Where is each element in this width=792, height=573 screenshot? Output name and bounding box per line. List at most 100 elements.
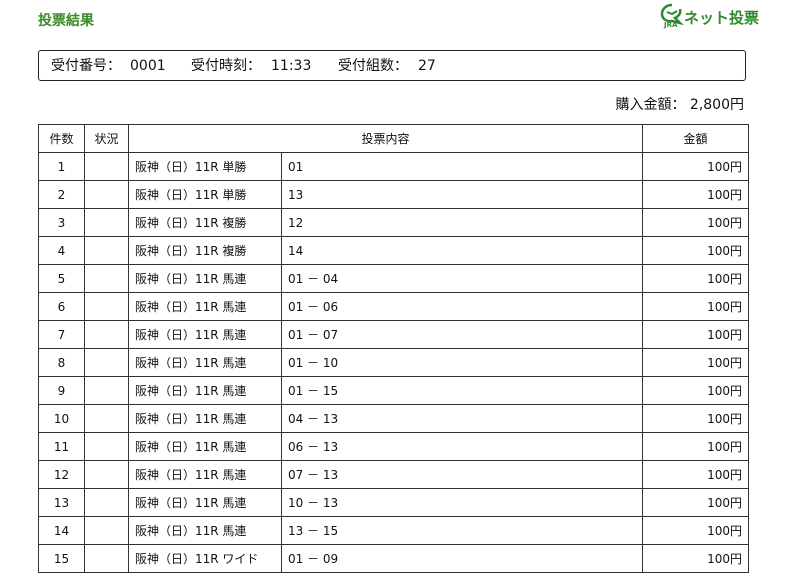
row-race: 阪神（日）11R 馬連 (129, 349, 282, 376)
row-combination: 04 － 13 (288, 412, 339, 426)
row-combination: 07 － 13 (288, 468, 339, 482)
bet-results-table: 件数 状況 投票内容 金額 1 阪神（日）11R 単勝 01 100円 2 阪神（日）11… (38, 124, 749, 573)
row-number: 10 (38, 404, 85, 433)
header-count: 件数 (38, 124, 85, 153)
row-content: 阪神（日）11R 複勝 14 (128, 236, 643, 265)
table-row: 7 阪神（日）11R 馬連 01 － 07 100円 (38, 320, 749, 349)
page-title: 投票結果 (38, 13, 94, 29)
row-race: 阪神（日）11R 馬連 (129, 405, 282, 432)
row-number: 9 (38, 376, 85, 405)
table-row: 11 阪神（日）11R 馬連 06 － 13 100円 (38, 432, 749, 461)
row-amount: 100円 (642, 404, 749, 433)
row-number: 11 (38, 432, 85, 461)
header-amount: 金額 (642, 124, 749, 153)
table-row: 3 阪神（日）11R 複勝 12 100円 (38, 208, 749, 237)
brand-text: ネット投票 (684, 9, 760, 27)
row-status (84, 320, 129, 349)
row-number: 14 (38, 516, 85, 545)
table-row: 12 阪神（日）11R 馬連 07 － 13 100円 (38, 460, 749, 489)
row-number: 15 (38, 544, 85, 573)
row-amount: 100円 (642, 544, 749, 573)
row-race: 阪神（日）11R 馬連 (129, 265, 282, 292)
purchase-total-label: 購入金額： (615, 97, 686, 113)
row-status (84, 152, 129, 181)
row-amount: 100円 (642, 320, 749, 349)
row-content: 阪神（日）11R 馬連 01 － 04 (128, 264, 643, 293)
receipt-number-label: 受付番号： (51, 58, 121, 74)
row-amount: 100円 (642, 460, 749, 489)
row-content: 阪神（日）11R 馬連 01 － 06 (128, 292, 643, 321)
row-number: 5 (38, 264, 85, 293)
row-amount: 100円 (642, 488, 749, 517)
receipt-number: 0001 (130, 58, 166, 74)
row-amount: 100円 (642, 348, 749, 377)
row-number: 4 (38, 236, 85, 265)
row-amount: 100円 (642, 292, 749, 321)
row-content: 阪神（日）11R 馬連 07 － 13 (128, 460, 643, 489)
receipt-time: 11:33 (271, 58, 312, 74)
row-race: 阪神（日）11R 複勝 (129, 237, 282, 264)
row-status (84, 236, 129, 265)
row-combination: 10 － 13 (288, 496, 339, 510)
row-number: 12 (38, 460, 85, 489)
row-content: 阪神（日）11R 単勝 13 (128, 180, 643, 209)
table-row: 1 阪神（日）11R 単勝 01 100円 (38, 152, 749, 181)
table-row: 6 阪神（日）11R 馬連 01 － 06 100円 (38, 292, 749, 321)
row-combination: 01 － 09 (288, 552, 339, 566)
row-combination: 01 － 10 (288, 356, 339, 370)
row-amount: 100円 (642, 236, 749, 265)
row-amount: 100円 (642, 516, 749, 545)
table-row: 2 阪神（日）11R 単勝 13 100円 (38, 180, 749, 209)
row-content: 阪神（日）11R 馬連 04 － 13 (128, 404, 643, 433)
table-body: 1 阪神（日）11R 単勝 01 100円 2 阪神（日）11R 単勝 13 100円 3 阪神（… (38, 152, 749, 573)
row-combination: 01 (288, 159, 304, 174)
row-race: 阪神（日）11R 馬連 (129, 461, 282, 488)
table-row: 9 阪神（日）11R 馬連 01 － 15 100円 (38, 376, 749, 405)
receipt-info-box: 受付番号： 0001 受付時刻： 11:33 受付組数： 27 (38, 50, 746, 81)
row-number: 2 (38, 180, 85, 209)
row-amount: 100円 (642, 376, 749, 405)
row-status (84, 460, 129, 489)
jra-small-text: JRA (664, 21, 678, 29)
row-combination: 01 － 04 (288, 272, 339, 286)
row-combination: 01 － 15 (288, 384, 339, 398)
row-race: 阪神（日）11R 単勝 (129, 181, 282, 208)
row-content: 阪神（日）11R 馬連 13 － 15 (128, 516, 643, 545)
row-number: 13 (38, 488, 85, 517)
row-combination: 01 － 06 (288, 300, 339, 314)
row-status (84, 180, 129, 209)
row-race: 阪神（日）11R 馬連 (129, 517, 282, 544)
row-amount: 100円 (642, 432, 749, 461)
table-row: 8 阪神（日）11R 馬連 01 － 10 100円 (38, 348, 749, 377)
row-status (84, 348, 129, 377)
row-combination: 13 － 15 (288, 524, 339, 538)
row-content: 阪神（日）11R 複勝 12 (128, 208, 643, 237)
row-number: 3 (38, 208, 85, 237)
receipt-count: 27 (418, 58, 436, 74)
table-row: 5 阪神（日）11R 馬連 01 － 04 100円 (38, 264, 749, 293)
row-number: 1 (38, 152, 85, 181)
row-content: 阪神（日）11R 馬連 01 － 07 (128, 320, 643, 349)
row-status (84, 544, 129, 573)
row-combination: 01 － 07 (288, 328, 339, 342)
row-status (84, 516, 129, 545)
row-status (84, 488, 129, 517)
row-amount: 100円 (642, 208, 749, 237)
receipt-count-label: 受付組数： (338, 58, 408, 74)
row-content: 阪神（日）11R 馬連 06 － 13 (128, 432, 643, 461)
table-row: 10 阪神（日）11R 馬連 04 － 13 100円 (38, 404, 749, 433)
table-row: 14 阪神（日）11R 馬連 13 － 15 100円 (38, 516, 749, 545)
row-combination: 14 (288, 243, 304, 258)
row-status (84, 264, 129, 293)
jra-logo: JRA ネット投票 (660, 3, 770, 31)
row-status (84, 208, 129, 237)
row-race: 阪神（日）11R 馬連 (129, 433, 282, 460)
table-header-row: 件数 状況 投票内容 金額 (38, 124, 749, 153)
header-content: 投票内容 (128, 124, 643, 153)
row-race: 阪神（日）11R 馬連 (129, 377, 282, 404)
purchase-total: 購入金額： 2,800円 (615, 94, 744, 114)
row-status (84, 432, 129, 461)
row-combination: 13 (288, 187, 304, 202)
row-race: 阪神（日）11R 複勝 (129, 209, 282, 236)
row-race: 阪神（日）11R 馬連 (129, 489, 282, 516)
